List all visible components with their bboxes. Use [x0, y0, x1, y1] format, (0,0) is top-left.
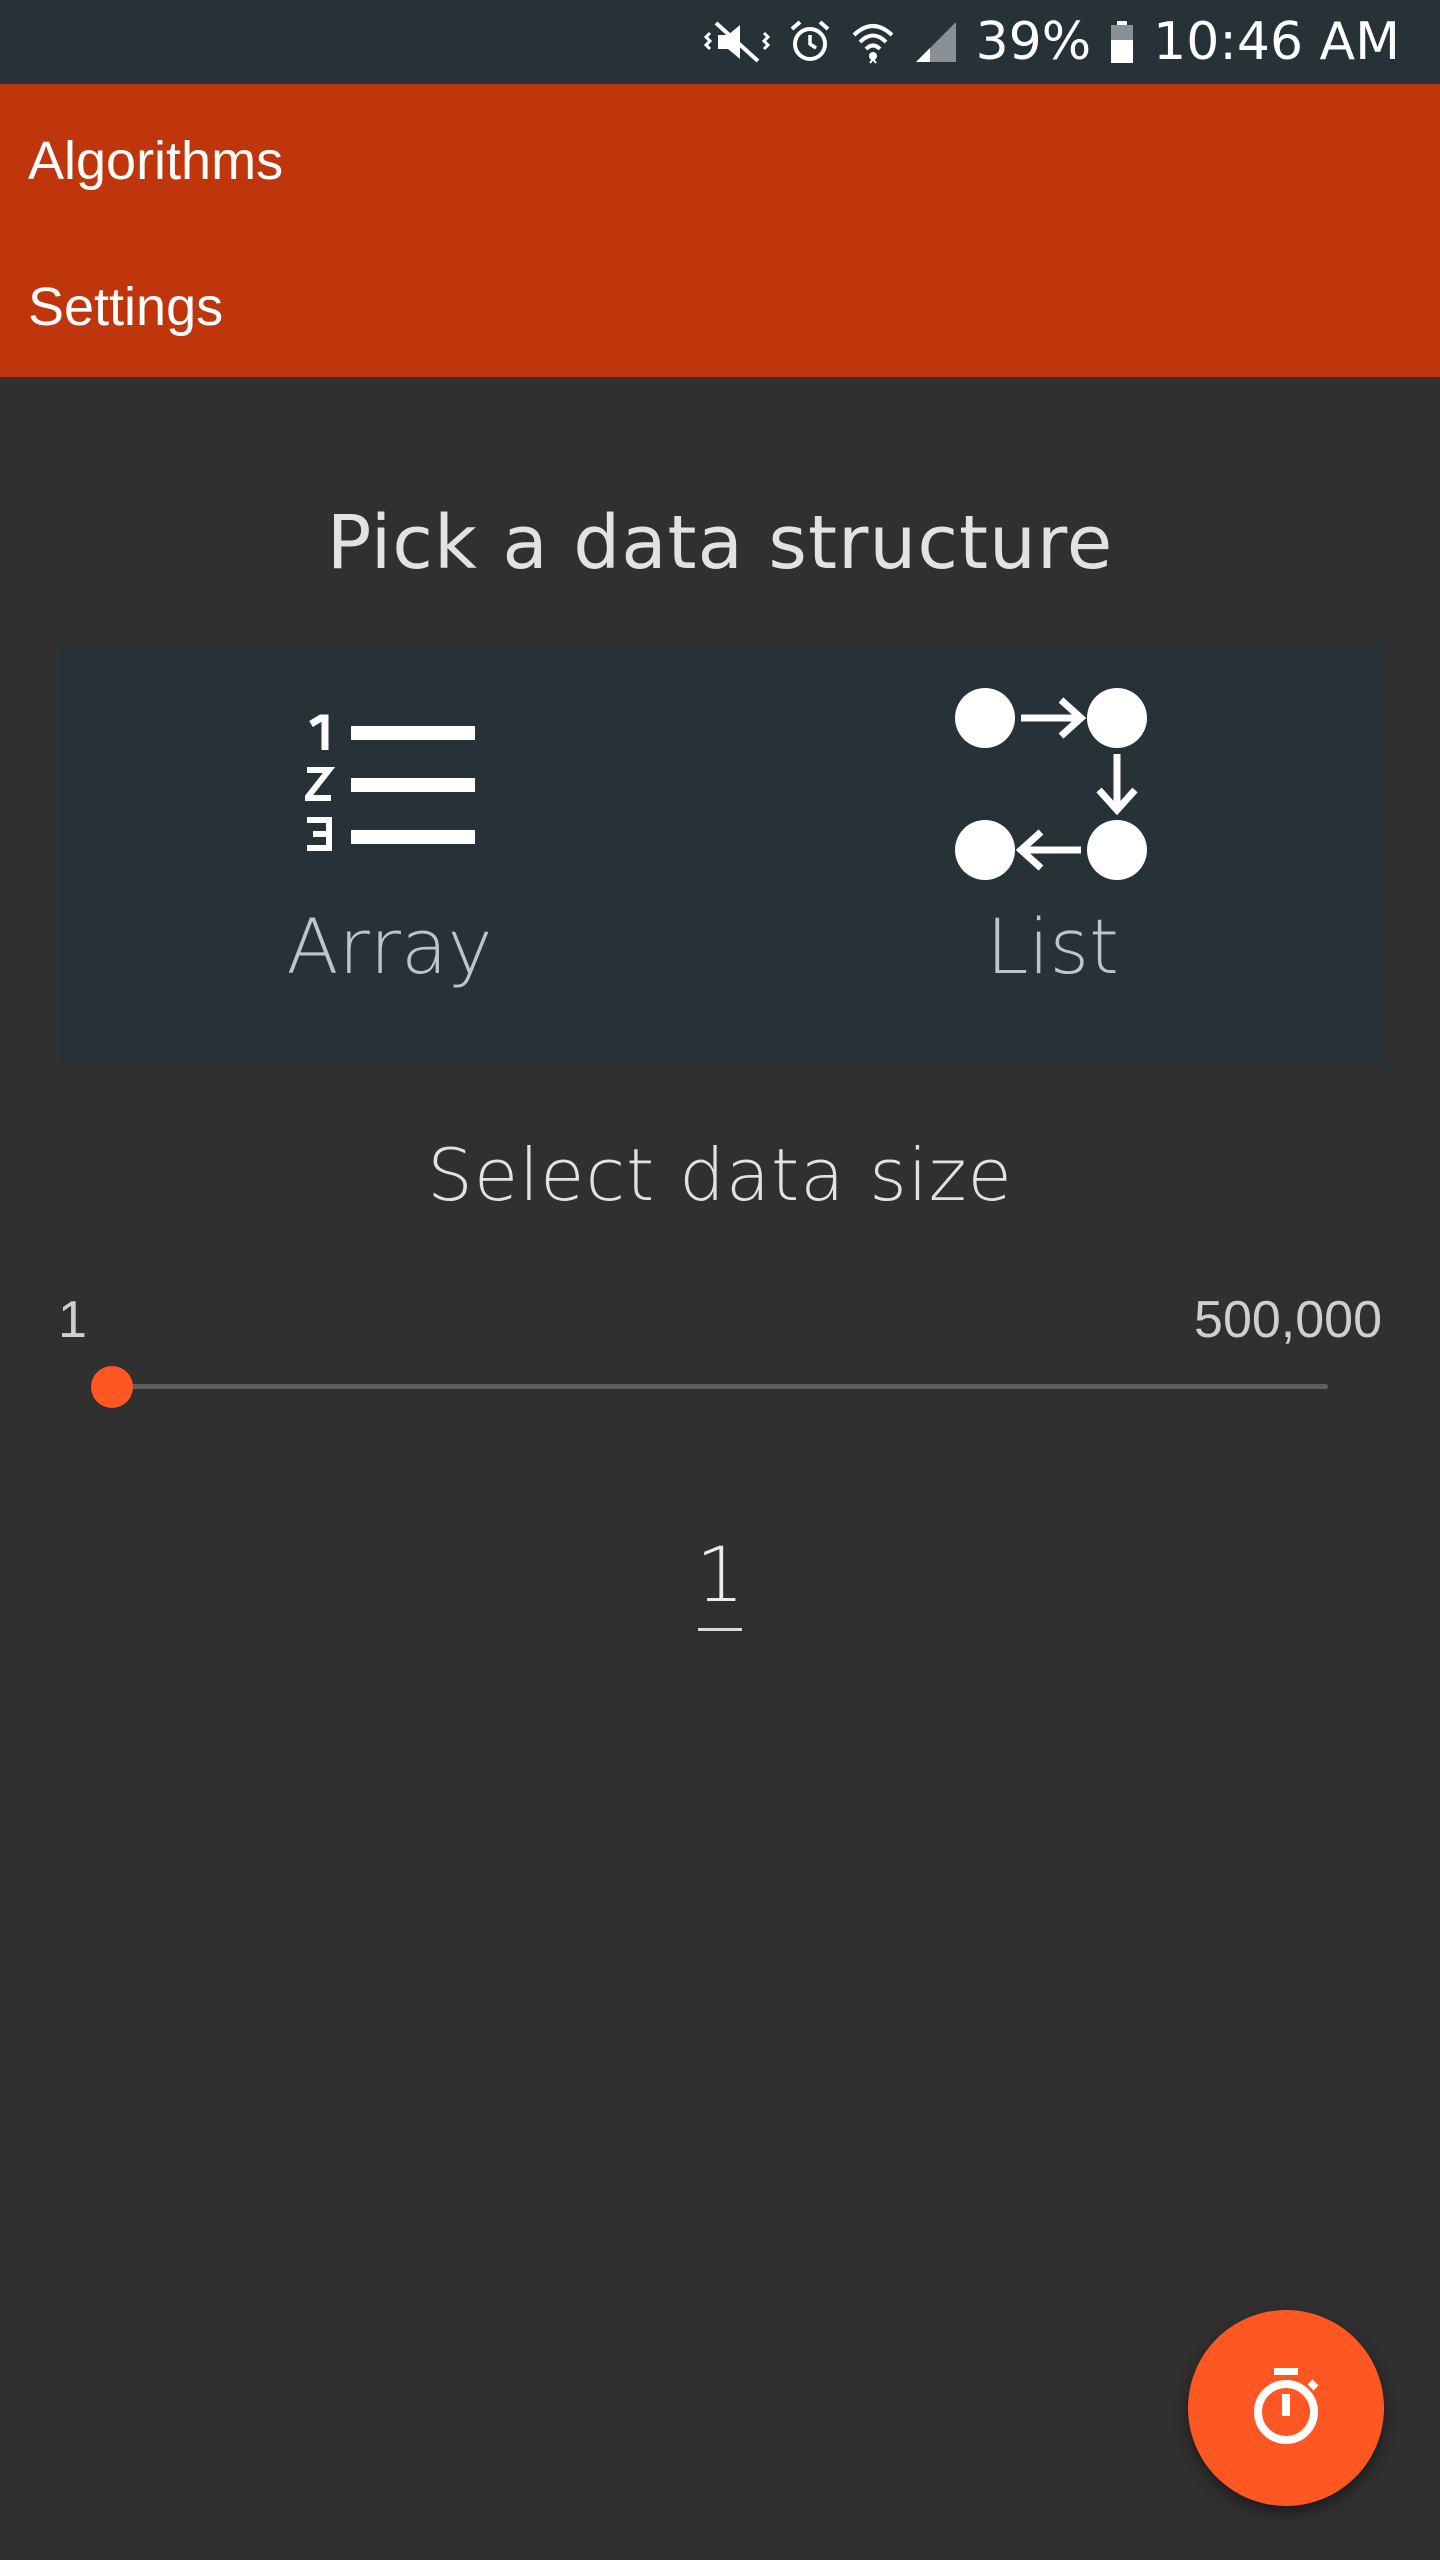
wifi-icon: [850, 19, 896, 65]
battery-percent: 39%: [975, 12, 1092, 72]
data-structure-selector: Array List: [58, 646, 1384, 1064]
menu-item-algorithms[interactable]: Algorithms: [28, 130, 283, 192]
data-size-value[interactable]: 1: [670, 1530, 770, 1620]
clock: 10:46 AM: [1153, 12, 1400, 72]
start-timer-button[interactable]: [1188, 2310, 1384, 2506]
alarm-icon: [788, 19, 832, 65]
slider-track[interactable]: [112, 1384, 1328, 1389]
linked-list-icon: [954, 688, 1151, 892]
data-size-value-field[interactable]: 1: [670, 1530, 770, 1631]
value-underline: [698, 1628, 742, 1631]
app-root: 39% 10:46 AM Algorithms Settings Pick a …: [0, 0, 1440, 2560]
select-data-size-title: Select data size: [427, 1133, 1013, 1217]
slider-min-label: 1: [58, 1291, 87, 1349]
data-size-slider[interactable]: [91, 1366, 1328, 1408]
status-icons: 39% 10:46 AM: [703, 0, 1400, 84]
array-option[interactable]: Array: [58, 646, 721, 1064]
numbered-list-icon: [300, 714, 475, 858]
stopwatch-icon: [1248, 2366, 1324, 2450]
header-menu: Algorithms Settings: [0, 84, 1440, 377]
slider-thumb[interactable]: [91, 1366, 133, 1408]
battery-icon: [1109, 20, 1135, 64]
list-option[interactable]: List: [721, 646, 1384, 1064]
list-label: List: [986, 902, 1119, 991]
array-label: Array: [286, 902, 493, 991]
slider-max-label: 500,000: [1194, 1291, 1382, 1349]
mute-vibrate-icon: [703, 19, 770, 65]
pick-data-structure-title: Pick a data structure: [326, 500, 1114, 586]
menu-item-settings[interactable]: Settings: [28, 276, 223, 338]
status-bar: 39% 10:46 AM: [0, 0, 1440, 84]
signal-icon: [914, 20, 958, 64]
